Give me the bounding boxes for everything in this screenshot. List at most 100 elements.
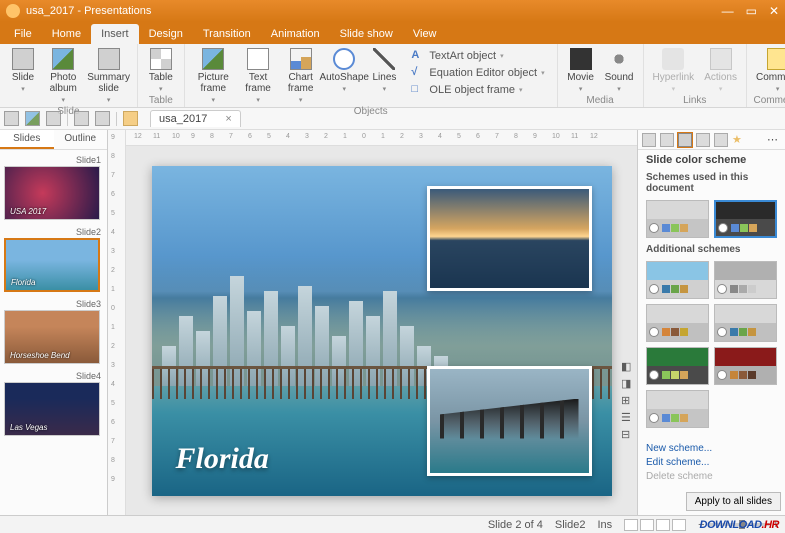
sound-button[interactable]: Sound▾ xyxy=(602,46,637,95)
chart-frame-button[interactable]: Chart frame▾ xyxy=(280,46,321,106)
view-outline[interactable] xyxy=(656,519,670,531)
redo-icon[interactable] xyxy=(95,111,110,126)
color-scheme[interactable] xyxy=(714,261,777,299)
canvas-area: 9876543210123456789 12111098765432101234… xyxy=(108,130,637,515)
panel-icon-5[interactable] xyxy=(714,133,728,147)
slide[interactable]: Florida xyxy=(152,166,612,496)
apply-all-button[interactable]: Apply to all slides xyxy=(686,492,781,511)
color-scheme[interactable] xyxy=(646,304,709,342)
thumb-caption: Horseshoe Bend xyxy=(10,351,70,360)
summary-slide-icon xyxy=(98,48,120,70)
color-scheme[interactable] xyxy=(646,261,709,299)
color-scheme[interactable] xyxy=(714,347,777,385)
ribbon-label: Hyperlink xyxy=(653,72,695,83)
slide-thumb-4[interactable]: Las Vegas xyxy=(4,382,100,436)
textart-object-item[interactable]: ATextArt object ▾ xyxy=(409,48,546,64)
photo-album-button[interactable]: Photo album▾ xyxy=(44,46,83,106)
dropdown-arrow-icon: ▾ xyxy=(212,96,216,104)
menu-tab-file[interactable]: File xyxy=(4,24,42,44)
save-icon[interactable] xyxy=(46,111,61,126)
panel-icon-star[interactable]: ★ xyxy=(732,133,746,147)
ribbon-label: Actions xyxy=(704,72,737,83)
comment-icon xyxy=(767,48,785,70)
view-buttons xyxy=(624,519,686,531)
document-tab-close[interactable]: × xyxy=(225,113,231,125)
menu-tab-transition[interactable]: Transition xyxy=(193,24,261,44)
home-folder-icon[interactable] xyxy=(123,111,138,126)
dropdown-arrow-icon: ▾ xyxy=(21,85,25,93)
movie-button[interactable]: Movie▾ xyxy=(564,46,598,95)
document-tab-label: usa_2017 xyxy=(159,113,207,125)
ole-object-frame-item[interactable]: □OLE object frame ▾ xyxy=(409,82,546,98)
menu-tab-insert[interactable]: Insert xyxy=(91,24,139,44)
strip-icon-2[interactable]: ◨ xyxy=(621,377,635,391)
minimize-button[interactable]: — xyxy=(722,4,734,18)
panel-icon-4[interactable] xyxy=(696,133,710,147)
color-scheme[interactable] xyxy=(714,200,777,238)
view-slideshow[interactable] xyxy=(672,519,686,531)
app-icon xyxy=(6,4,20,18)
ribbon-label: Table xyxy=(149,72,173,83)
chart-frame-icon xyxy=(290,48,312,70)
thumb-label: Slide2 xyxy=(4,226,103,238)
panel-icon-2[interactable] xyxy=(660,133,674,147)
table-button[interactable]: Table ▾ xyxy=(144,46,178,95)
panel-icon-1[interactable] xyxy=(642,133,656,147)
color-scheme[interactable] xyxy=(646,347,709,385)
picture-frame-button[interactable]: Picture frame ▾ xyxy=(191,46,236,106)
equation-editor-object-item[interactable]: √Equation Editor object ▾ xyxy=(409,65,546,81)
sound-icon xyxy=(608,48,630,70)
strip-icon-5[interactable]: ⊟ xyxy=(621,428,635,442)
undo-icon[interactable] xyxy=(74,111,89,126)
strip-icon-3[interactable]: ⊞ xyxy=(621,394,635,408)
text-frame-icon xyxy=(247,48,269,70)
panel-menu-icon[interactable]: ⋯ xyxy=(767,133,781,147)
color-scheme[interactable] xyxy=(646,390,709,428)
panel-tab-slides[interactable]: Slides xyxy=(0,130,54,149)
menu-tab-animation[interactable]: Animation xyxy=(261,24,330,44)
thumb-caption: Las Vegas xyxy=(10,423,48,432)
strip-icon-1[interactable]: ◧ xyxy=(621,360,635,374)
slide-thumb-1[interactable]: USA 2017 xyxy=(4,166,100,220)
slide-thumb-2[interactable]: Florida xyxy=(4,238,100,292)
ribbon-label: Sound xyxy=(605,72,634,83)
open-icon[interactable] xyxy=(25,111,40,126)
text-frame-button[interactable]: Text frame▾ xyxy=(240,46,277,106)
inset-photo-bridge[interactable] xyxy=(427,366,592,476)
document-tab[interactable]: usa_2017 × xyxy=(150,110,241,127)
right-panel: ★ ⋯ Slide color scheme Schemes used in t… xyxy=(637,130,785,515)
autoshape-button[interactable]: AutoShape▾ xyxy=(325,46,363,95)
view-normal[interactable] xyxy=(624,519,638,531)
comment-button[interactable]: Comment▾ xyxy=(753,46,785,95)
panel-icon-color-scheme[interactable] xyxy=(678,133,692,147)
menu-tab-design[interactable]: Design xyxy=(139,24,193,44)
thumb-label: Slide1 xyxy=(4,154,103,166)
menu-tab-home[interactable]: Home xyxy=(42,24,91,44)
color-scheme[interactable] xyxy=(714,304,777,342)
dropdown-arrow-icon: ▾ xyxy=(159,85,163,93)
lines-button[interactable]: Lines▾ xyxy=(367,46,401,95)
ribbon-label: Photo album xyxy=(47,72,80,94)
ribbon-label: Text frame xyxy=(243,72,274,94)
ribbon-label: Picture frame xyxy=(194,72,233,94)
autoshape-icon xyxy=(333,48,355,70)
inset-photo-sunset[interactable] xyxy=(427,186,592,291)
slide-title[interactable]: Florida xyxy=(176,442,269,476)
close-button[interactable]: ✕ xyxy=(769,4,779,18)
edit-scheme-link[interactable]: Edit scheme... xyxy=(646,457,777,468)
new-scheme-link[interactable]: New scheme... xyxy=(646,443,777,454)
menu-tab-view[interactable]: View xyxy=(403,24,447,44)
summary-slide-button[interactable]: Summary slide▾ xyxy=(87,46,131,106)
new-icon[interactable] xyxy=(4,111,19,126)
view-sorter[interactable] xyxy=(640,519,654,531)
right-panel-title: Slide color scheme xyxy=(638,150,785,170)
slide-button[interactable]: Slide▾ xyxy=(6,46,40,95)
menu-tab-slide-show[interactable]: Slide show xyxy=(330,24,403,44)
strip-icon-4[interactable]: ☰ xyxy=(621,411,635,425)
maximize-button[interactable]: ▭ xyxy=(746,4,757,18)
slide-canvas[interactable]: Florida xyxy=(126,146,637,515)
color-scheme[interactable] xyxy=(646,200,709,238)
panel-tab-outline[interactable]: Outline xyxy=(54,130,108,149)
ribbon-group-label: Links xyxy=(650,95,740,107)
slide-thumb-3[interactable]: Horseshoe Bend xyxy=(4,310,100,364)
